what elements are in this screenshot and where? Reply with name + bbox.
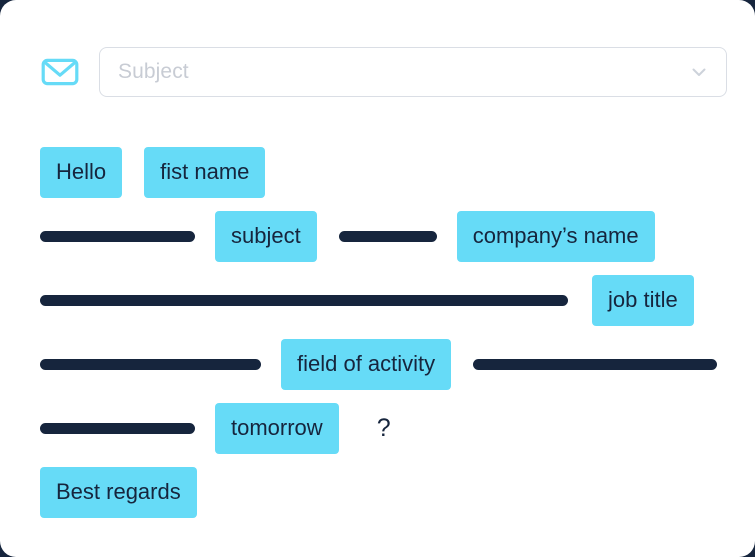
subject-placeholder: Subject: [118, 60, 189, 83]
redacted-text-bar: [40, 358, 261, 370]
email-body: Hello fist name subject company’s name j…: [0, 140, 755, 524]
mail-envelope-icon: [40, 52, 80, 92]
question-mark-text: ?: [376, 413, 391, 442]
redacted-text-bar: [40, 294, 568, 306]
highlight-chip[interactable]: fist name: [144, 146, 266, 198]
highlight-chip[interactable]: job title: [592, 274, 694, 326]
redacted-text-bar: [338, 230, 437, 242]
subject-select[interactable]: Subject: [99, 47, 727, 97]
highlight-chip[interactable]: company’s name: [456, 210, 655, 262]
email-header: Subject: [40, 46, 727, 98]
highlight-chip[interactable]: field of activity: [281, 338, 452, 390]
greeting-row: Hello fist name: [0, 140, 755, 204]
redacted-text-bar: [40, 422, 195, 434]
highlight-chip[interactable]: tomorrow: [215, 402, 339, 454]
email-template-card: Subject Hello fist name subject company’…: [0, 0, 755, 557]
highlight-chip[interactable]: subject: [215, 210, 317, 262]
highlight-chip[interactable]: Hello: [40, 146, 123, 198]
subject-row: subject company’s name: [0, 204, 755, 268]
redacted-text-bar: [473, 358, 718, 370]
chevron-down-icon[interactable]: [688, 61, 710, 83]
signature-row: Best regards: [0, 460, 755, 524]
redacted-text-bar: [40, 230, 195, 242]
tomorrow-row: tomorrow ?: [0, 396, 755, 460]
field-of-activity-row: field of activity: [0, 332, 755, 396]
highlight-chip[interactable]: Best regards: [40, 466, 197, 518]
job-title-row: job title: [0, 268, 755, 332]
